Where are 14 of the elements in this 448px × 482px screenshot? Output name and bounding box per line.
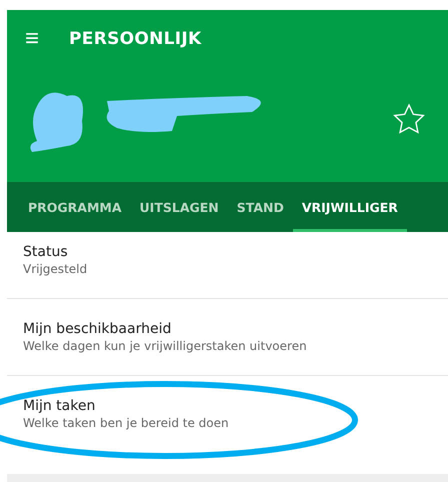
menu-button[interactable]: ≡	[25, 27, 40, 51]
item-title[interactable]: Status	[23, 244, 432, 260]
star-icon[interactable]	[392, 103, 426, 135]
redaction-mark	[30, 92, 83, 152]
item-subtitle: Welke taken ben je bereid te doen	[23, 416, 230, 430]
item-subtitle: Welke dagen kun je vrijwilligerstaken uitvoeren	[23, 339, 308, 353]
tab[interactable]: STAND	[228, 182, 293, 232]
item-subtitle: Vrijgesteld	[23, 262, 88, 276]
tab[interactable]: UITSLAGEN	[130, 182, 228, 232]
item-title[interactable]: Mijn taken	[23, 398, 432, 414]
item-title[interactable]: Mijn beschikbaarheid	[23, 321, 432, 337]
screen-title: PERSOONLIJK	[69, 29, 202, 49]
tab[interactable]: VRIJWILLIGER	[292, 182, 407, 232]
tab[interactable]: PROGRAMMA	[19, 182, 131, 232]
